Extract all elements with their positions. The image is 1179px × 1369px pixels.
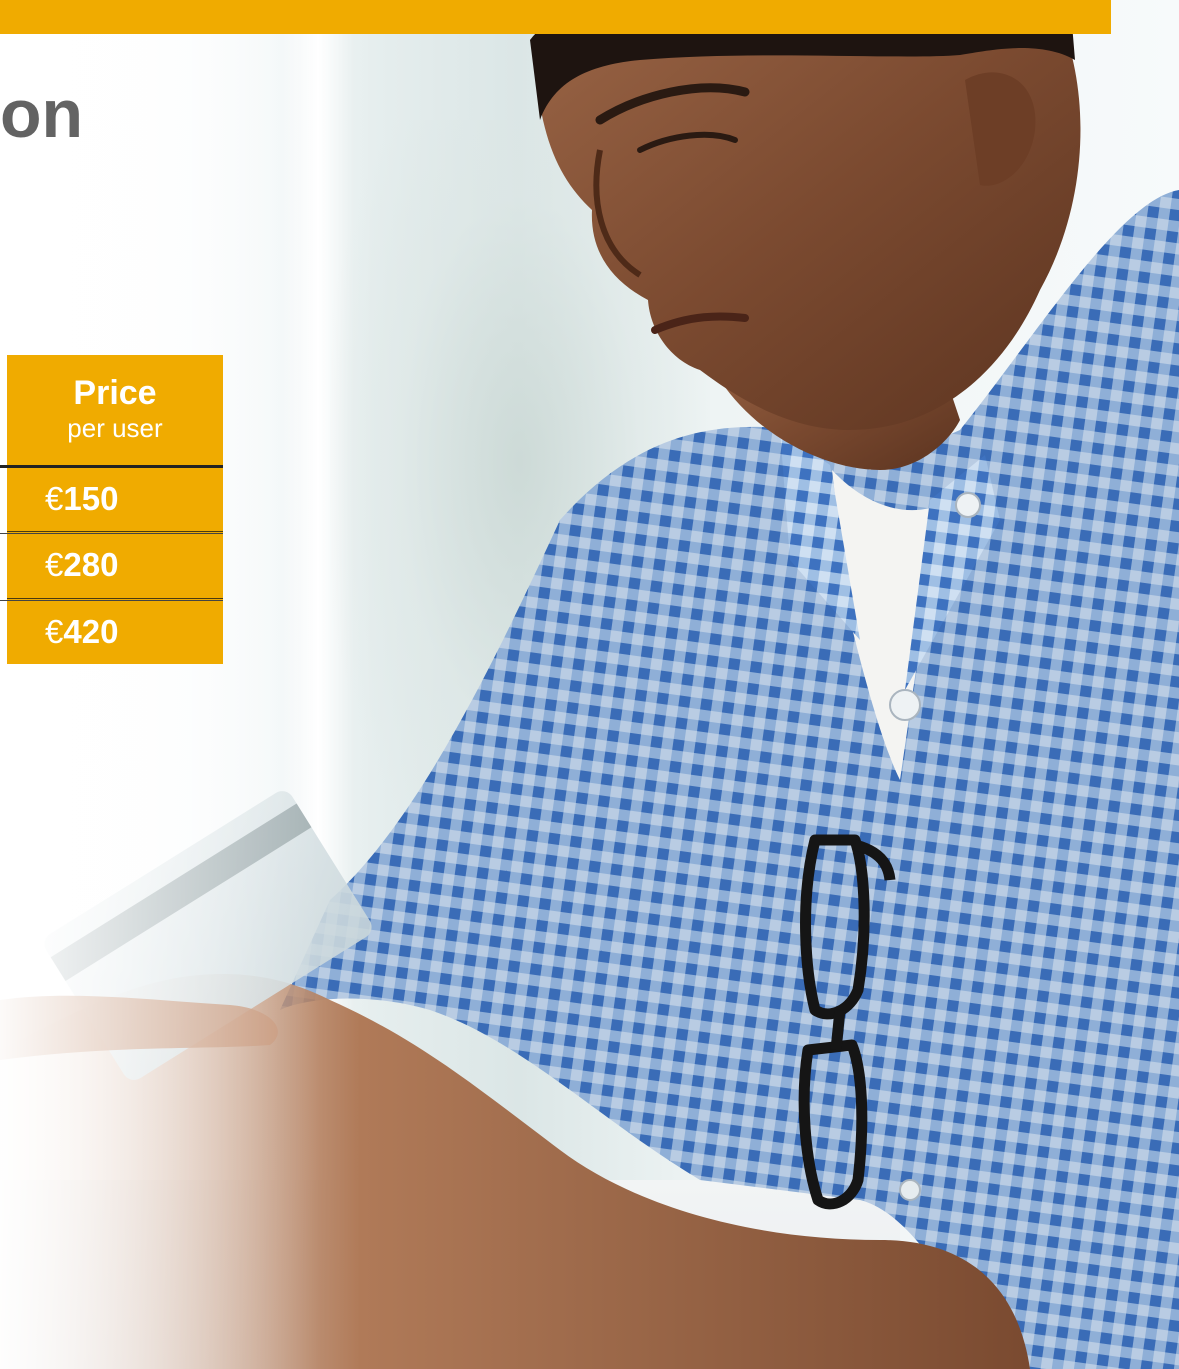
price-heading: Price (73, 374, 157, 412)
table-row-rule (0, 533, 223, 534)
photo-man-with-credit-card-icon (0, 0, 1179, 1369)
top-accent-bar (0, 0, 1111, 34)
currency-symbol: € (45, 479, 64, 517)
slide-canvas: on Price per user €150 €280 €420 (0, 0, 1179, 1369)
price-table-column: Price per user €150 €280 €420 (7, 355, 223, 664)
price-column-header: Price per user (7, 355, 223, 466)
table-row-rule (0, 600, 223, 601)
price-value: 150 (63, 479, 119, 517)
currency-symbol: € (45, 546, 64, 583)
table-header-rule (0, 465, 223, 468)
currency-symbol: € (45, 612, 64, 650)
price-value: 280 (63, 546, 119, 583)
price-row: €150 (7, 466, 223, 532)
price-value: 420 (63, 612, 119, 650)
price-subheading: per user (67, 413, 163, 443)
slide-title-fragment: on (0, 76, 84, 152)
price-row: €420 (7, 599, 223, 664)
price-row: €280 (7, 532, 223, 599)
